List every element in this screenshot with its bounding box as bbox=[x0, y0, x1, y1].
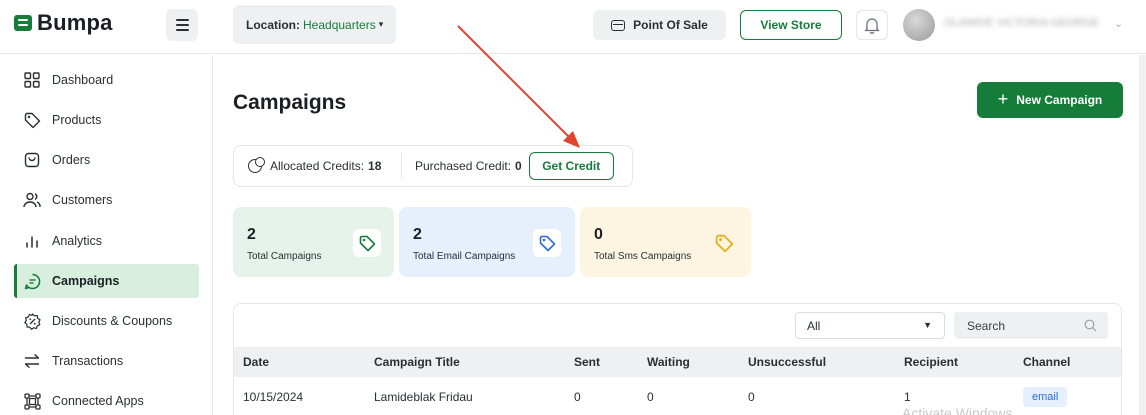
campaigns-table: All ▼ Search Date Campaign Title Sent Wa… bbox=[233, 303, 1122, 415]
pos-label: Point Of Sale bbox=[633, 18, 708, 32]
stat-label: Total Campaigns bbox=[247, 251, 322, 262]
sidebar-item-dashboard[interactable]: Dashboard bbox=[14, 63, 199, 97]
sidebar-item-analytics[interactable]: Analytics bbox=[14, 224, 199, 258]
new-campaign-button[interactable]: + New Campaign bbox=[977, 82, 1123, 118]
get-credit-button[interactable]: Get Credit bbox=[528, 152, 614, 180]
column-header-recipient[interactable]: Recipient bbox=[904, 347, 958, 377]
cell-campaign-title: Lamideblak Fridau bbox=[374, 390, 473, 404]
page-title: Campaigns bbox=[233, 91, 347, 114]
sidebar-item-connected-apps[interactable]: Connected Apps bbox=[14, 384, 199, 415]
stat-value: 0 bbox=[594, 226, 603, 243]
purchased-credits-label: Purchased Credit: bbox=[415, 159, 512, 173]
sidebar-item-label: Orders bbox=[52, 153, 91, 167]
location-label: Location: bbox=[246, 17, 300, 32]
sidebar-item-label: Products bbox=[52, 113, 102, 127]
sidebar-item-products[interactable]: Products bbox=[14, 103, 199, 137]
plus-icon: + bbox=[997, 89, 1009, 109]
discount-icon bbox=[22, 311, 42, 331]
coins-icon bbox=[248, 157, 265, 173]
bumpa-logo-icon bbox=[14, 15, 32, 31]
sidebar: Dashboard Products Orders Customers Anal… bbox=[0, 55, 213, 415]
avatar[interactable] bbox=[903, 9, 935, 41]
card-icon bbox=[611, 19, 626, 31]
view-store-button[interactable]: View Store bbox=[740, 10, 842, 40]
tag-icon bbox=[710, 229, 738, 257]
column-header-unsuccessful[interactable]: Unsuccessful bbox=[748, 347, 826, 377]
location-value: Headquarters bbox=[303, 17, 376, 32]
column-header-waiting[interactable]: Waiting bbox=[647, 347, 690, 377]
search-input[interactable]: Search bbox=[954, 312, 1108, 339]
sidebar-item-customers[interactable]: Customers bbox=[14, 183, 199, 217]
column-header-channel[interactable]: Channel bbox=[1023, 347, 1070, 377]
cell-waiting: 0 bbox=[647, 390, 654, 404]
sidebar-item-transactions[interactable]: Transactions bbox=[14, 344, 199, 378]
column-header-date[interactable]: Date bbox=[243, 347, 269, 377]
cell-date: 10/15/2024 bbox=[243, 390, 304, 404]
bar-chart-icon bbox=[22, 231, 42, 251]
page-scrollbar[interactable] bbox=[1139, 55, 1146, 415]
brand-logo[interactable]: Bumpa bbox=[14, 10, 113, 36]
allocated-credits-value: 18 bbox=[368, 159, 382, 173]
caret-down-icon: ▼ bbox=[923, 320, 932, 330]
tag-icon bbox=[22, 110, 42, 130]
sidebar-item-label: Customers bbox=[52, 193, 113, 207]
sidebar-item-discounts[interactable]: Discounts & Coupons bbox=[14, 304, 199, 338]
new-campaign-label: New Campaign bbox=[1016, 93, 1103, 107]
message-icon bbox=[22, 271, 42, 291]
stat-value: 2 bbox=[413, 226, 422, 243]
users-icon bbox=[22, 190, 42, 210]
sidebar-item-label: Transactions bbox=[52, 354, 124, 368]
apps-icon bbox=[22, 391, 42, 411]
brand-name: Bumpa bbox=[37, 10, 113, 35]
channel-filter-select[interactable]: All ▼ bbox=[795, 312, 945, 339]
hamburger-icon bbox=[175, 19, 189, 21]
windows-watermark: Activate Windows bbox=[902, 405, 1013, 415]
transfer-icon bbox=[22, 351, 42, 371]
stat-card-total-sms-campaigns: 0 Total Sms Campaigns bbox=[580, 207, 751, 277]
point-of-sale-button[interactable]: Point Of Sale bbox=[593, 10, 726, 40]
purchased-credits-value: 0 bbox=[515, 159, 522, 173]
cell-unsuccessful: 0 bbox=[748, 390, 755, 404]
bell-icon bbox=[864, 17, 880, 34]
sidebar-item-label: Connected Apps bbox=[52, 394, 144, 408]
notifications-button[interactable] bbox=[856, 10, 888, 40]
allocated-credits-label: Allocated Credits: bbox=[270, 159, 365, 173]
stat-card-total-campaigns: 2 Total Campaigns bbox=[233, 207, 394, 277]
sidebar-item-label: Analytics bbox=[52, 234, 103, 248]
filter-value: All bbox=[807, 318, 821, 333]
allocated-credits: Allocated Credits: 18 bbox=[234, 153, 402, 179]
cell-sent: 0 bbox=[574, 390, 581, 404]
tag-icon bbox=[353, 229, 381, 257]
sidebar-item-orders[interactable]: Orders bbox=[14, 143, 199, 177]
location-selector[interactable]: Location: Headquarters ▾ bbox=[233, 5, 396, 44]
user-name[interactable]: OLAMIDE VICTORIA GEORGE bbox=[944, 17, 1104, 31]
sidebar-item-label: Discounts & Coupons bbox=[52, 314, 173, 328]
caret-down-icon: ▾ bbox=[378, 19, 384, 29]
search-placeholder: Search bbox=[967, 318, 1006, 333]
stat-label: Total Sms Campaigns bbox=[594, 251, 692, 262]
channel-badge: email bbox=[1023, 387, 1068, 407]
grid-icon bbox=[22, 70, 42, 90]
stat-value: 2 bbox=[247, 226, 256, 243]
sidebar-item-label: Campaigns bbox=[52, 274, 120, 288]
sidebar-item-label: Dashboard bbox=[52, 73, 114, 87]
tag-icon bbox=[533, 229, 561, 257]
stat-label: Total Email Campaigns bbox=[413, 251, 516, 262]
top-bar: Bumpa Location: Headquarters ▾ Point Of … bbox=[0, 0, 1146, 54]
column-header-campaign-title[interactable]: Campaign Title bbox=[374, 347, 460, 377]
stat-card-total-email-campaigns: 2 Total Email Campaigns bbox=[399, 207, 575, 277]
credits-bar: Allocated Credits: 18 Purchased Credit: … bbox=[233, 145, 633, 187]
bag-icon bbox=[22, 150, 42, 170]
sidebar-item-campaigns[interactable]: Campaigns bbox=[14, 264, 199, 298]
menu-toggle-button[interactable] bbox=[166, 9, 198, 41]
column-header-sent[interactable]: Sent bbox=[574, 347, 600, 377]
purchased-credits: Purchased Credit: 0 Get Credit bbox=[402, 152, 614, 180]
chevron-down-icon[interactable]: ⌄ bbox=[1114, 17, 1123, 30]
table-header: Date Campaign Title Sent Waiting Unsucce… bbox=[234, 347, 1121, 377]
search-icon bbox=[1084, 319, 1097, 332]
